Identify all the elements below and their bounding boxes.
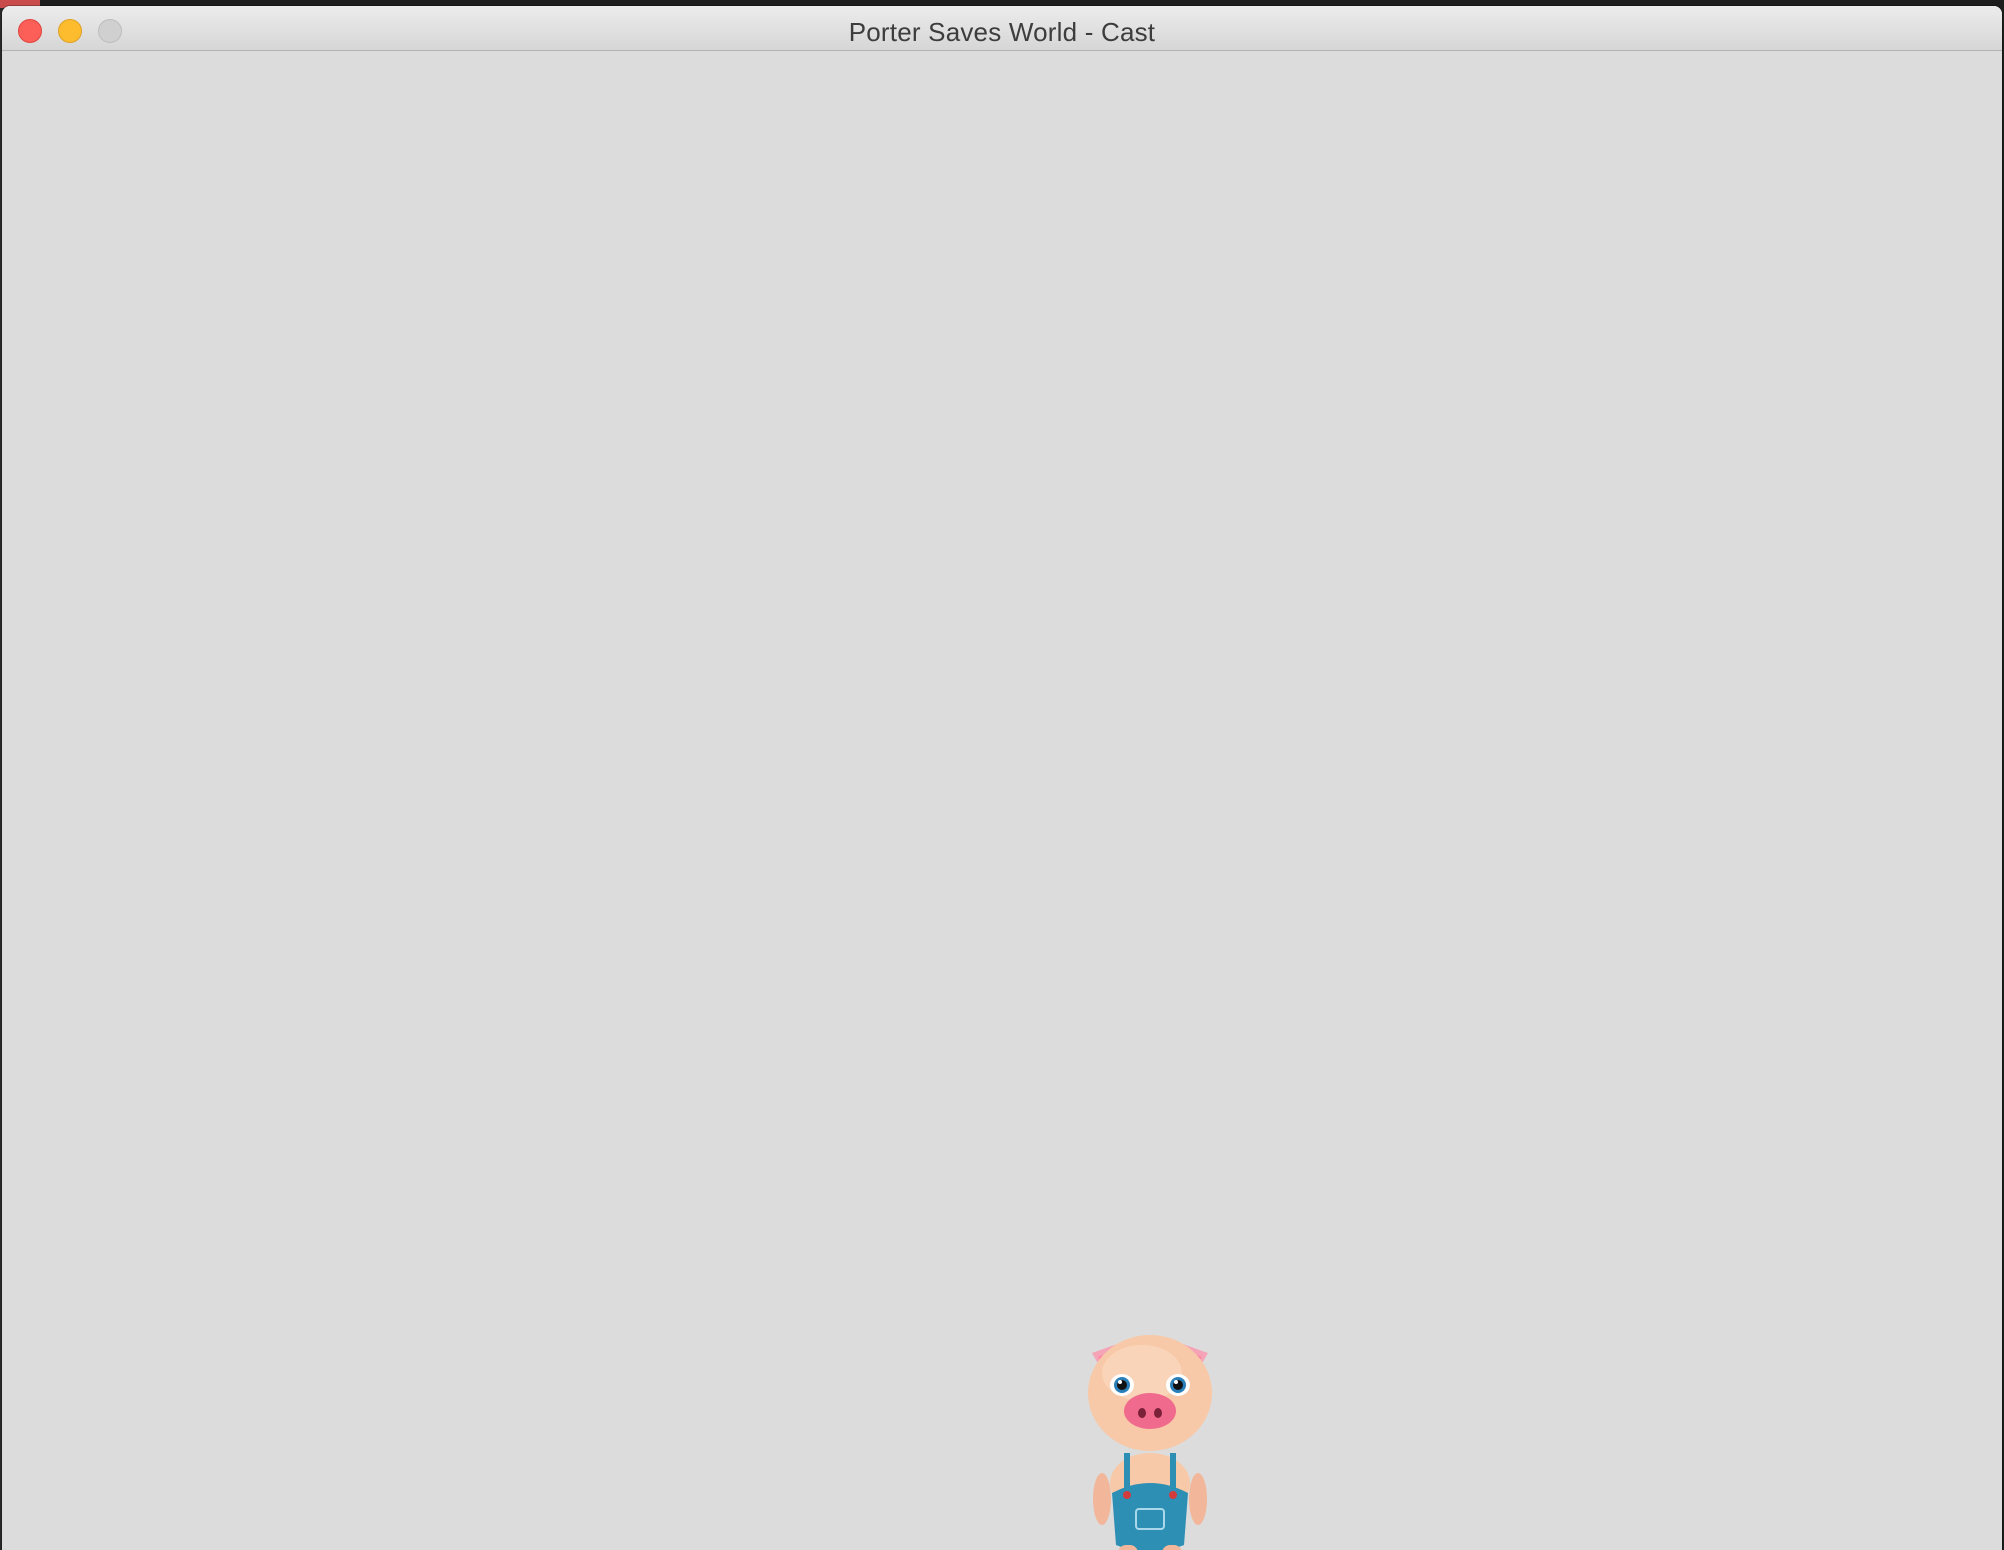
window-title: Porter Saves World - Cast bbox=[848, 17, 1156, 47]
snout bbox=[1124, 1393, 1176, 1429]
right-arm bbox=[1189, 1473, 1207, 1525]
pig-character-icon[interactable] bbox=[1080, 1323, 1220, 1550]
left-arm bbox=[1093, 1473, 1111, 1525]
app-window: Porter Saves World - Cast bbox=[2, 6, 2002, 1550]
game-canvas[interactable] bbox=[2, 51, 2002, 1550]
title-bar[interactable]: Porter Saves World - Cast bbox=[2, 6, 2002, 51]
overalls bbox=[1112, 1483, 1188, 1550]
